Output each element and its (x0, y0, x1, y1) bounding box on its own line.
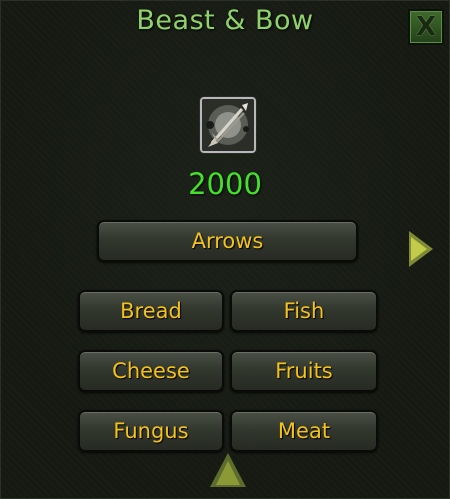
bread-button[interactable]: Bread (78, 290, 224, 332)
fish-button[interactable]: Fish (230, 290, 378, 332)
fungus-button[interactable]: Fungus (78, 410, 224, 452)
scroll-up-arrow-icon[interactable] (210, 453, 246, 487)
meat-button[interactable]: Meat (230, 410, 378, 452)
close-icon: X (415, 12, 437, 42)
cheese-button[interactable]: Cheese (78, 350, 224, 392)
close-button[interactable]: X (408, 9, 444, 45)
window-title: Beast & Bow (136, 5, 314, 36)
beast-and-bow-window: Beast & Bow X 2000 Arrows Bread Fish Che… (0, 0, 450, 499)
item-count: 2000 (188, 167, 262, 201)
arrow-icon (200, 97, 256, 153)
arrows-button[interactable]: Arrows (97, 220, 358, 262)
next-page-arrow-icon[interactable] (409, 231, 433, 267)
fruits-button[interactable]: Fruits (230, 350, 378, 392)
